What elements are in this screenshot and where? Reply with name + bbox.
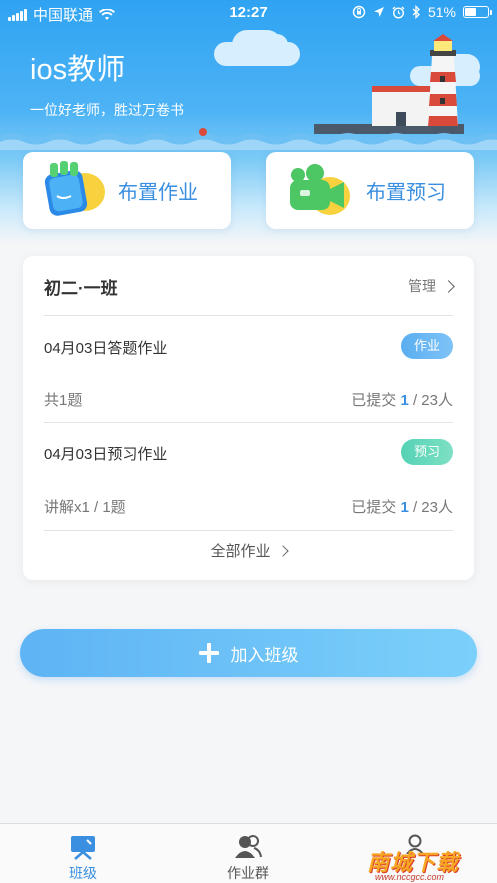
battery-percent: 51% xyxy=(427,4,456,20)
orientation-lock-icon xyxy=(352,5,366,19)
assignment-detail: 共1题 xyxy=(44,392,83,409)
join-class-button[interactable]: 加入班级 xyxy=(20,629,477,677)
homework-icon xyxy=(44,161,105,216)
all-homework-link[interactable]: 全部作业 xyxy=(23,540,474,561)
assign-homework-label: 布置作业 xyxy=(118,182,198,204)
status-right: 51% xyxy=(352,4,492,20)
manage-label: 管理 xyxy=(408,278,436,294)
flag-board-icon xyxy=(71,836,95,860)
location-icon xyxy=(373,7,384,17)
divider xyxy=(44,530,453,531)
watermark-logo: 南城下载 www.nccgcc.com xyxy=(367,845,487,882)
waves-illustration xyxy=(0,128,497,150)
manage-button[interactable]: 管理 xyxy=(408,276,455,296)
bluetooth-icon xyxy=(412,5,420,19)
lighthouse-illustration xyxy=(372,34,458,126)
submission-status: 已提交 1 / 23人 xyxy=(351,496,453,517)
video-camera-icon xyxy=(290,164,350,215)
assignment-title: 04月03日预习作业 xyxy=(44,446,168,463)
homework-badge: 作业 xyxy=(401,333,453,359)
plus-icon xyxy=(198,643,219,663)
all-homework-label: 全部作业 xyxy=(210,543,271,560)
submitted-count: 1 xyxy=(400,499,409,516)
tab-homework-group-label: 作业群 xyxy=(227,865,269,881)
submitted-prefix: 已提交 xyxy=(351,392,397,409)
alarm-icon xyxy=(392,6,405,19)
battery-fill xyxy=(465,8,477,16)
submitted-total: / 23人 xyxy=(412,499,453,516)
assign-preview-label: 布置预习 xyxy=(366,182,446,204)
divider xyxy=(44,315,453,316)
tab-class-label: 班级 xyxy=(69,865,97,881)
submission-status: 已提交 1 / 23人 xyxy=(351,389,453,410)
assignment-title: 04月03日答题作业 xyxy=(44,340,168,357)
watermark-url: www.nccgcc.com xyxy=(375,872,445,882)
assign-preview-button[interactable]: 布置预习 xyxy=(266,152,474,229)
divider xyxy=(44,422,453,423)
tab-class[interactable]: 班级 xyxy=(23,824,143,883)
chevron-right-icon xyxy=(442,279,455,293)
preview-badge: 预习 xyxy=(401,439,453,465)
assignment-detail: 讲解x1 / 1题 xyxy=(44,499,126,516)
join-class-label: 加入班级 xyxy=(230,645,299,665)
app-title: ios教师 xyxy=(30,54,126,86)
submitted-total: / 23人 xyxy=(412,392,453,409)
class-name: 初二·一班 xyxy=(44,279,118,298)
submitted-count: 1 xyxy=(400,392,409,409)
chevron-right-icon xyxy=(276,545,289,557)
battery-icon xyxy=(463,6,492,18)
status-bar: 中国联通 12:27 51% xyxy=(0,0,497,26)
class-card: 初二·一班 管理 04月03日答题作业 作业 共1题 已提交 1 / 23人 0… xyxy=(23,256,474,580)
submitted-prefix: 已提交 xyxy=(351,499,397,516)
users-icon xyxy=(235,835,262,858)
app-subtitle: 一位好老师，胜过万卷书 xyxy=(30,102,184,118)
assign-homework-button[interactable]: 布置作业 xyxy=(23,152,231,229)
tab-homework-group[interactable]: 作业群 xyxy=(188,824,308,883)
